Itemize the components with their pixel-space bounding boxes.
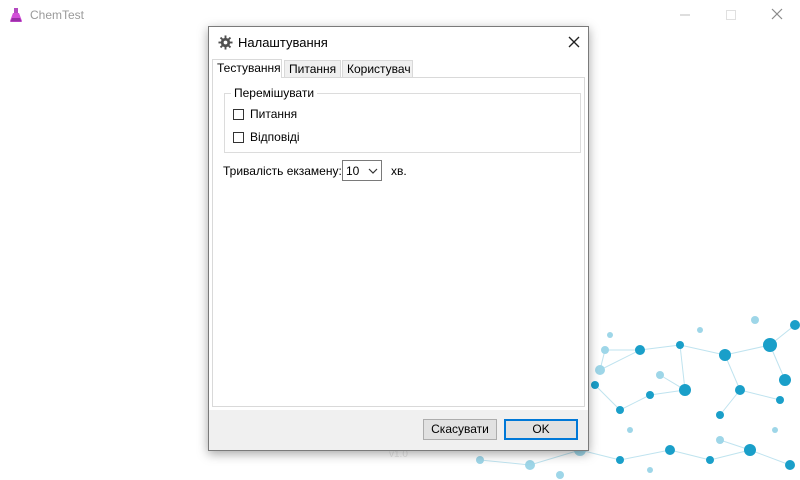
- close-icon[interactable]: [564, 33, 584, 51]
- minimize-icon[interactable]: [673, 5, 697, 25]
- shuffle-groupbox: Перемішувати Питання Відповіді: [224, 86, 581, 153]
- shuffle-answers-checkbox[interactable]: [233, 131, 244, 143]
- tab-user[interactable]: Користувач: [342, 60, 413, 77]
- settings-dialog: Налаштування Тестування Питання Користув…: [208, 26, 589, 451]
- dialog-title: Налаштування: [238, 35, 328, 50]
- tab-content-testing: Перемішувати Питання Відповіді Триваліст…: [212, 77, 585, 407]
- shuffle-answers-option: Відповіді: [233, 129, 300, 145]
- exam-duration-select[interactable]: 10: [342, 160, 382, 181]
- gear-icon: [218, 35, 233, 50]
- exam-duration-value: 10: [346, 164, 360, 178]
- shuffle-questions-label[interactable]: Питання: [250, 107, 297, 121]
- tab-questions[interactable]: Питання: [284, 60, 341, 77]
- exam-duration-unit: хв.: [391, 164, 407, 178]
- exam-duration-label: Тривалість екзамену:: [223, 164, 342, 178]
- shuffle-group-legend: Перемішувати: [231, 86, 318, 100]
- close-window-icon[interactable]: [765, 5, 789, 25]
- shuffle-questions-checkbox[interactable]: [233, 108, 244, 120]
- chevron-down-icon: [368, 168, 378, 174]
- cancel-button[interactable]: Скасувати: [423, 419, 497, 440]
- dialog-footer: Скасувати OK: [209, 410, 588, 450]
- tab-testing[interactable]: Тестування: [212, 59, 282, 78]
- maximize-icon[interactable]: [719, 5, 743, 25]
- ok-button[interactable]: OK: [504, 419, 578, 440]
- app-title: ChemTest: [30, 8, 85, 22]
- shuffle-questions-option: Питання: [233, 106, 297, 122]
- dialog-titlebar: Налаштування: [209, 27, 588, 57]
- flask-icon: [10, 8, 22, 22]
- shuffle-answers-label[interactable]: Відповіді: [250, 130, 300, 144]
